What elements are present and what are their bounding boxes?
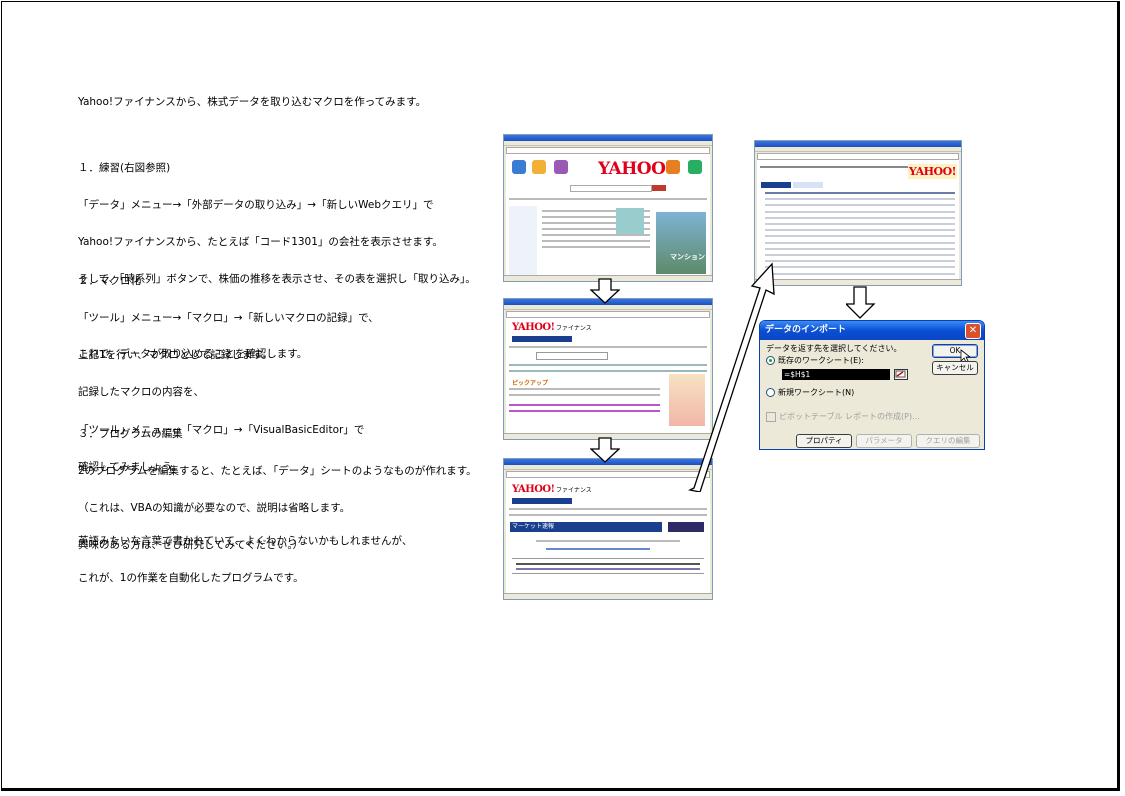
table-row	[765, 223, 955, 225]
section-3-program-edit: ３．プログラムの編集 2のプログラムを編集すると、たとえば、「データ」シートのよ…	[78, 403, 477, 564]
radio-existing-label: 既存のワークシート(E):	[778, 356, 864, 365]
radio-selected-icon	[766, 356, 775, 365]
table-row	[765, 229, 955, 232]
edit-query-button: クエリの編集(Q)...	[916, 434, 980, 449]
range-picker-icon	[895, 370, 906, 378]
table-row	[765, 204, 955, 207]
pivot-label: ピボットテーブル レポートの作成(P)...	[779, 412, 920, 421]
radio-new-label: 新規ワークシート(N)	[778, 388, 855, 397]
radio-unselected-icon	[766, 388, 775, 397]
dialog-prompt: データを返す先を選択してください。	[766, 344, 902, 353]
radio-new-sheet[interactable]: 新規ワークシート(N)	[766, 387, 854, 398]
market-yahoo-logo: YAHOO!	[512, 484, 555, 495]
table-row	[765, 241, 955, 244]
table-row	[765, 192, 955, 194]
pivot-icon	[766, 411, 776, 422]
table-yahoo-logo: YAHOO!	[907, 164, 957, 179]
cancel-button[interactable]: キャンセル	[932, 361, 978, 375]
arrow-down-3	[846, 286, 876, 319]
section-3-line: 興味のある方は、ぜひ研究してみてください。）	[78, 539, 304, 552]
intro-text: Yahoo!ファイナンスから、株式データを取り込むマクロを作ってみます。	[78, 96, 427, 108]
ok-button[interactable]: OK	[932, 344, 978, 358]
finance-label: ファイナンス	[556, 325, 592, 332]
table-row	[765, 235, 955, 238]
table-row	[765, 254, 955, 256]
table-row	[765, 198, 955, 201]
section-3-heading: ３．プログラムの編集	[78, 427, 183, 440]
screenshot-historical-table: YAHOO!	[754, 140, 962, 286]
table-row	[765, 247, 955, 250]
data-import-dialog: データのインポート ✕ データを返す先を選択してください。 既存のワークシート(…	[759, 320, 985, 450]
pickup-heading: ピックアップ	[512, 380, 549, 387]
section-2-heading: ２．マクロ化	[78, 274, 141, 287]
section-2-line: 記録したマクロの内容を、	[78, 386, 204, 399]
section-1-line: Yahoo!ファイナンスから、たとえば「コード1301」の会社を表示させます。	[78, 236, 443, 249]
section-2-line: これが、1の作業を自動化したプログラムです。	[78, 572, 304, 585]
table-row	[765, 272, 955, 275]
section-2-line: 上記1を行い、マクロとして記録します。	[78, 349, 273, 362]
section-1-line: 「データ」メニュー→「外部データの取り込み」→「新しいWebクエリ」で	[78, 199, 434, 212]
parameters-button: パラメータ(M)...	[856, 434, 912, 449]
arrow-down-1	[590, 278, 620, 304]
range-select-button[interactable]	[894, 369, 908, 380]
section-1-heading: １．練習(右図参照)	[78, 161, 171, 174]
pivot-report-link: ピボットテーブル レポートの作成(P)...	[766, 411, 920, 422]
section-3-line: （これは、VBAの知識が必要なので、説明は省略します。	[78, 502, 351, 515]
section-2-line: 「ツール」メニュー→「マクロ」→「新しいマクロの記録」で、	[78, 312, 379, 325]
market-bar: マーケット速報	[510, 522, 662, 532]
table-row	[765, 216, 955, 219]
yahoo-logo: YAHOO!	[598, 159, 673, 179]
dialog-title: データのインポート	[765, 325, 847, 335]
properties-button[interactable]: プロパティ(R)...	[796, 434, 852, 449]
cell-reference-input[interactable]: =$H$1	[782, 369, 890, 380]
table-row	[765, 260, 955, 263]
radio-existing-sheet[interactable]: 既存のワークシート(E):	[766, 355, 864, 366]
market-finance-label: ファイナンス	[556, 487, 592, 494]
close-icon[interactable]: ✕	[965, 323, 981, 339]
table-row	[765, 266, 955, 269]
finance-yahoo-logo: YAHOO!	[512, 322, 555, 333]
section-3-line: 2のプログラムを編集すると、たとえば、「データ」シートのようなものが作れます。	[78, 465, 477, 478]
arrow-down-2	[590, 437, 620, 463]
table-row	[765, 210, 955, 213]
